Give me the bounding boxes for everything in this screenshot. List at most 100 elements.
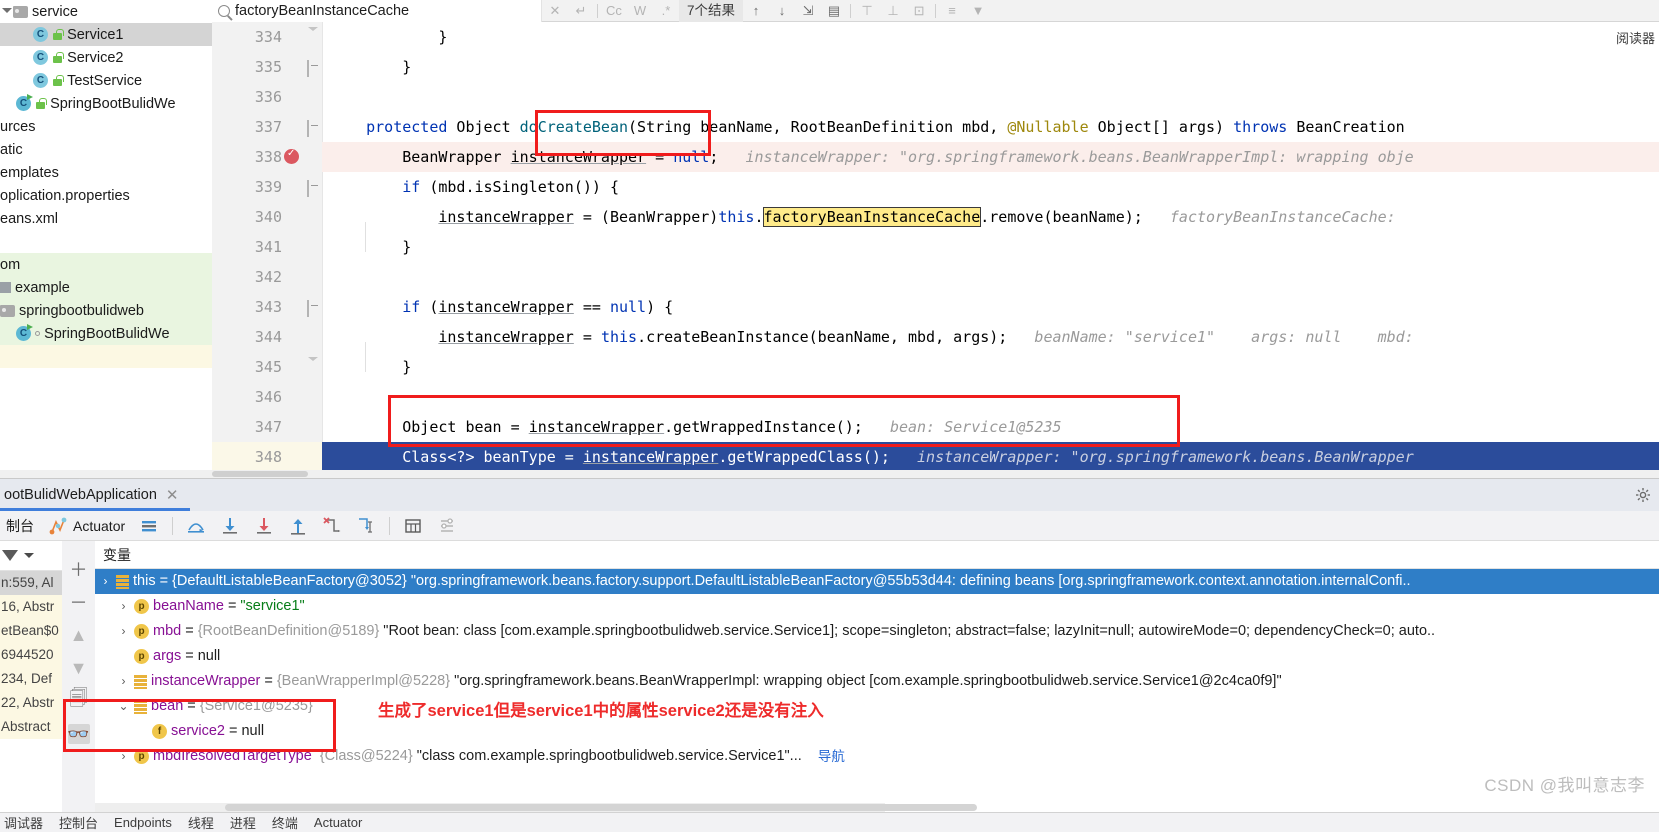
gutter-line[interactable]: 341: [212, 232, 322, 262]
status-bar-item[interactable]: Actuator: [314, 815, 362, 830]
tree-item[interactable]: emplates: [0, 161, 212, 184]
tree-item[interactable]: eans.xml: [0, 207, 212, 230]
run-to-cursor-button[interactable]: [350, 511, 382, 541]
tree-item[interactable]: springbootbulidweb: [0, 299, 212, 322]
filter-header-icon[interactable]: ⊤: [854, 0, 880, 22]
frame-row[interactable]: 6944520: [0, 643, 62, 667]
frame-row[interactable]: 22, Abstr: [0, 691, 62, 715]
enter-icon[interactable]: ↵: [568, 0, 594, 22]
expand-arrow-icon[interactable]: ›: [117, 619, 130, 644]
code-line[interactable]: protected Object doCreateBean(String bea…: [322, 112, 1659, 142]
filter-new-icon[interactable]: ⊡: [906, 0, 932, 22]
find-previous-icon[interactable]: ↑: [743, 0, 769, 22]
gutter-line[interactable]: 348: [212, 442, 322, 472]
evaluate-expression-button[interactable]: [397, 511, 429, 541]
status-bar-item[interactable]: 线程: [188, 813, 214, 832]
gear-icon[interactable]: [1635, 487, 1651, 503]
code-editor[interactable]: factoryBeanInstanceCache ✕ ↵ Cc W .* 7个结…: [212, 0, 1659, 478]
gutter-line[interactable]: 343: [212, 292, 322, 322]
code-line[interactable]: }: [322, 352, 1659, 382]
status-bar-item[interactable]: 终端: [272, 813, 298, 832]
project-tree[interactable]: service C Service1 C Service2 C TestService…: [0, 0, 212, 470]
code-line[interactable]: instanceWrapper = this.createBeanInstanc…: [322, 322, 1659, 352]
fold-marker-icon[interactable]: [307, 120, 320, 137]
fold-marker-icon[interactable]: [307, 180, 320, 197]
variable-row[interactable]: › p mbd = {RootBeanDefinition@5189} "Root …: [95, 619, 1659, 644]
tree-item[interactable]: C TestService: [0, 69, 212, 92]
find-toolbar[interactable]: factoryBeanInstanceCache ✕ ↵ Cc W .* 7个结…: [212, 0, 1659, 22]
status-bar-item[interactable]: Endpoints: [114, 815, 172, 830]
step-into-button[interactable]: [214, 511, 246, 541]
gutter-line[interactable]: 335: [212, 52, 322, 82]
gutter-line[interactable]: 338: [212, 142, 322, 172]
frames-filter-row[interactable]: [0, 541, 62, 571]
settings-list-button[interactable]: [431, 511, 463, 541]
variables-panel[interactable]: 变量 › this = {DefaultListableBeanFactory@3…: [95, 541, 1659, 812]
move-up-icon[interactable]: ▲: [68, 625, 90, 645]
tree-item[interactable]: om: [0, 253, 212, 276]
filter-list-icon[interactable]: ≡: [939, 0, 965, 22]
find-next-icon[interactable]: ↓: [769, 0, 795, 22]
step-over-button[interactable]: [180, 511, 212, 541]
code-content[interactable]: } } protected Object doCreateBean(String…: [322, 22, 1659, 470]
gutter-line[interactable]: 340: [212, 202, 322, 232]
gutter-line[interactable]: 339: [212, 172, 322, 202]
code-line[interactable]: Class<?> beanType = instanceWrapper.getW…: [322, 442, 1659, 470]
frame-row[interactable]: n:559, Al: [0, 571, 62, 595]
frame-row[interactable]: 16, Abstr: [0, 595, 62, 619]
gutter-line[interactable]: 347: [212, 412, 322, 442]
regex-icon[interactable]: .*: [653, 0, 679, 22]
status-bar[interactable]: 调试器 控制台 Endpoints 线程 进程 终端 Actuator: [0, 812, 1659, 832]
variable-row[interactable]: › instanceWrapper = {BeanWrapperImpl@5228…: [95, 669, 1659, 694]
chevron-down-icon[interactable]: [24, 553, 34, 558]
variable-row[interactable]: f service2 = null: [95, 719, 1659, 744]
select-all-occurrences-icon[interactable]: ⇲: [795, 0, 821, 22]
frame-row[interactable]: Abstract: [0, 715, 62, 739]
fold-marker-icon[interactable]: [307, 60, 320, 77]
gutter-line[interactable]: 345: [212, 352, 322, 382]
status-bar-item[interactable]: 进程: [230, 813, 256, 832]
tree-item[interactable]: [0, 230, 212, 253]
frame-row[interactable]: etBean$0: [0, 619, 62, 643]
gutter-line[interactable]: 337: [212, 112, 322, 142]
tree-item[interactable]: [0, 345, 212, 368]
fold-end-icon[interactable]: [307, 27, 320, 46]
fold-end-icon[interactable]: [307, 357, 320, 376]
code-line[interactable]: BeanWrapper instanceWrapper = null; inst…: [322, 142, 1659, 172]
tree-item[interactable]: C Service1: [0, 23, 212, 46]
gutter-line[interactable]: 344: [212, 322, 322, 352]
code-line[interactable]: [322, 262, 1659, 292]
gutter-line[interactable]: 346: [212, 382, 322, 412]
expand-arrow-icon[interactable]: ›: [117, 669, 130, 694]
chevron-down-icon[interactable]: [0, 5, 13, 18]
tree-hscrollbar[interactable]: [0, 470, 212, 478]
variable-row[interactable]: ⌄ bean = {Service1@5235}: [95, 694, 1659, 719]
navigate-link[interactable]: 导航: [818, 744, 845, 769]
code-line[interactable]: [322, 82, 1659, 112]
actuator-tab[interactable]: Actuator: [42, 511, 131, 541]
step-out-button[interactable]: [282, 511, 314, 541]
variable-row[interactable]: › this = {DefaultListableBeanFactory@3052…: [95, 569, 1659, 594]
gutter-line[interactable]: 342: [212, 262, 322, 292]
tree-item[interactable]: example: [0, 276, 212, 299]
status-bar-item[interactable]: 控制台: [59, 813, 98, 832]
expand-arrow-icon[interactable]: ›: [117, 594, 130, 619]
copy-icon[interactable]: 🗐: [68, 688, 90, 711]
close-icon[interactable]: ✕: [166, 486, 179, 504]
search-input[interactable]: factoryBeanInstanceCache: [212, 0, 542, 22]
debug-toolbar[interactable]: 制台 Actuator: [0, 511, 1659, 541]
filter-middle-icon[interactable]: ⊥: [880, 0, 906, 22]
whole-words-icon[interactable]: W: [627, 0, 653, 22]
force-step-into-button[interactable]: [248, 511, 280, 541]
status-bar-item[interactable]: 调试器: [4, 813, 43, 832]
tree-item[interactable]: urces: [0, 115, 212, 138]
tree-item[interactable]: C SpringBootBulidWe: [0, 322, 212, 345]
console-tab[interactable]: 制台: [0, 511, 40, 541]
code-line[interactable]: Object bean = instanceWrapper.getWrapped…: [322, 412, 1659, 442]
tree-item[interactable]: atic: [0, 138, 212, 161]
drop-frame-button[interactable]: [316, 511, 348, 541]
code-line[interactable]: if (mbd.isSingleton()) {: [322, 172, 1659, 202]
editor-hscrollbar[interactable]: [212, 470, 1659, 478]
variable-row[interactable]: p args = null: [95, 644, 1659, 669]
expand-arrow-icon[interactable]: ›: [99, 569, 112, 594]
